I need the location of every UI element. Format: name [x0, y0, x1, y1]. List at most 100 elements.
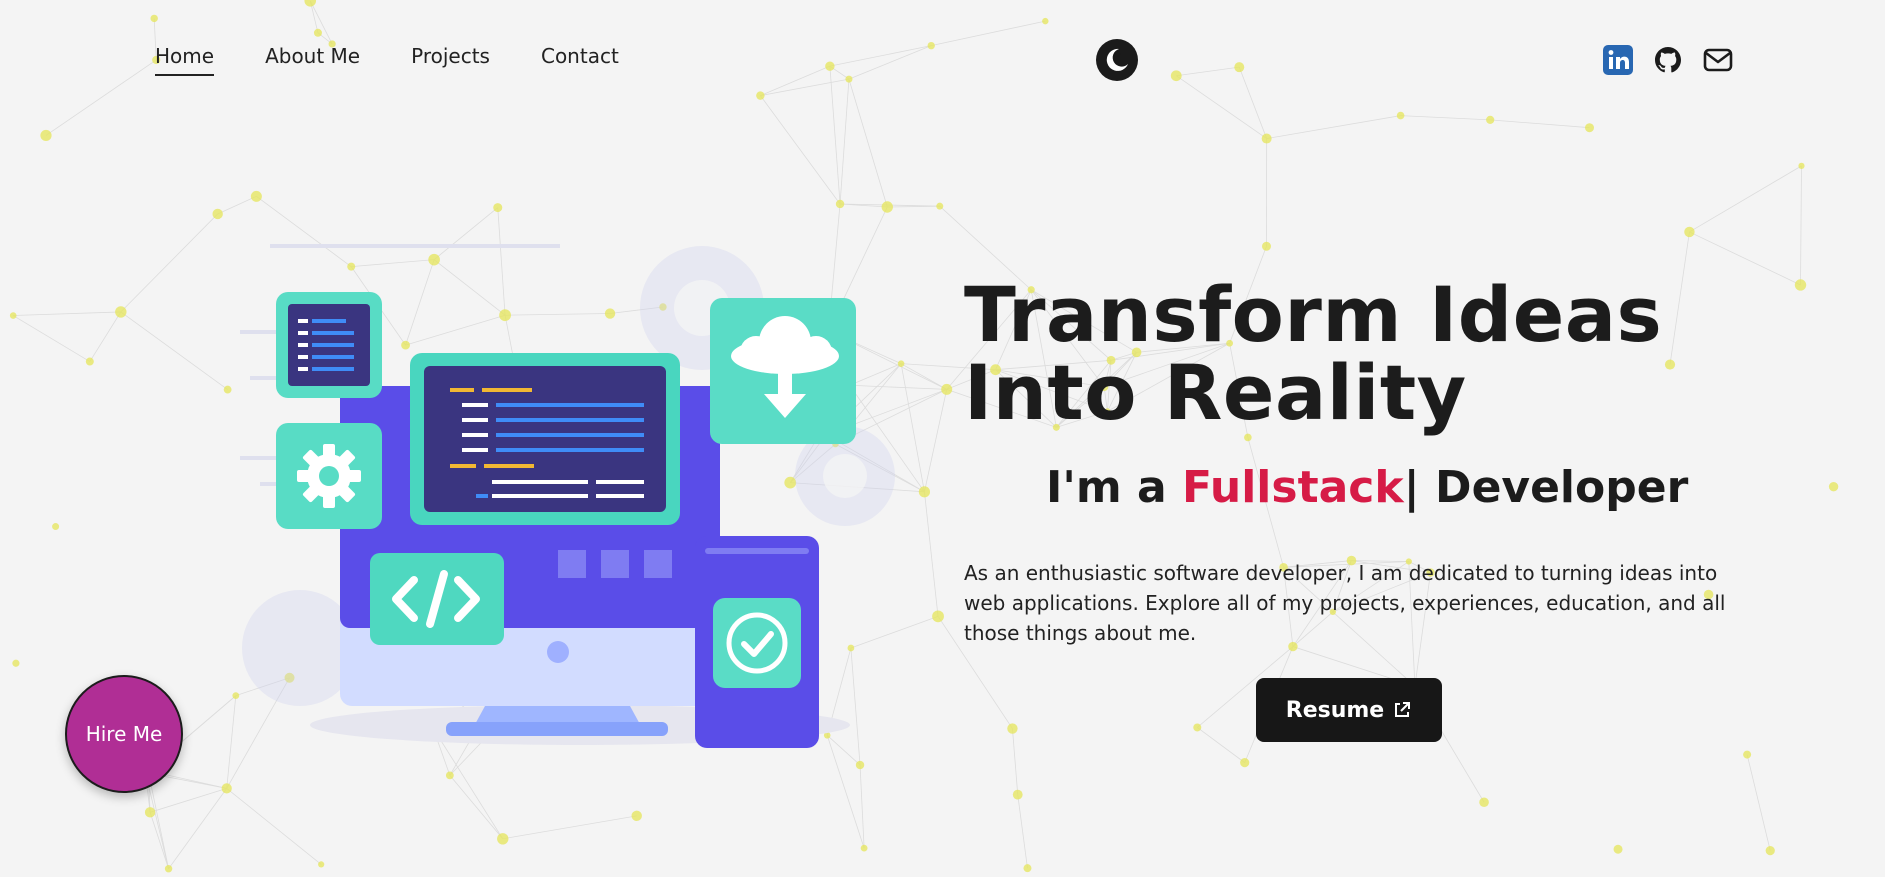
particle-dot: [941, 383, 953, 395]
particle-link: [502, 815, 637, 840]
particle-link: [829, 45, 932, 67]
particle-link: [829, 65, 850, 80]
particle-link: [848, 78, 888, 208]
particle-link: [1197, 727, 1245, 763]
subline-prefix: I'm a: [1046, 462, 1183, 513]
particle-link: [1176, 75, 1267, 139]
hero-subline: I'm a Fullstack| Developer: [1046, 462, 1688, 513]
particle-dot: [1261, 241, 1271, 251]
particle-link: [217, 195, 257, 215]
main-nav: Home About Me Projects Contact: [155, 44, 619, 76]
particle-dot: [1765, 845, 1775, 856]
particle-link: [149, 812, 169, 869]
particle-link: [309, 0, 319, 33]
particle-dot: [313, 28, 322, 37]
particle-link: [859, 764, 865, 849]
particle-dot: [150, 14, 158, 23]
particle-link: [226, 695, 237, 789]
particle-dot: [1042, 17, 1049, 25]
particle-dot: [250, 190, 262, 202]
particle-link: [120, 311, 228, 390]
particle-dot: [85, 357, 94, 366]
particle-link: [1490, 119, 1590, 129]
particle-dot: [144, 807, 156, 818]
particle-dot: [1684, 226, 1695, 238]
particle-link: [1400, 115, 1491, 121]
particle-dot: [493, 203, 503, 213]
particle-dot: [1007, 723, 1018, 734]
nav-link-about[interactable]: About Me: [265, 44, 360, 76]
nav-link-projects[interactable]: Projects: [411, 44, 490, 76]
particle-link: [848, 45, 932, 80]
particle-link: [829, 66, 841, 205]
developer-illustration: [240, 244, 895, 748]
particle-link: [45, 59, 157, 136]
particle-dot: [1486, 115, 1495, 124]
particle-dot: [221, 783, 232, 794]
resume-button[interactable]: Resume: [1256, 678, 1442, 742]
particle-link: [840, 203, 888, 208]
hero-intro-text: As an enthusiastic software developer, I…: [964, 561, 1726, 645]
mail-icon[interactable]: [1703, 45, 1733, 75]
particle-dot: [860, 844, 868, 852]
particle-link: [887, 205, 940, 208]
cloud-download-card-illustration: [710, 298, 856, 444]
particle-dot: [1170, 70, 1182, 82]
particle-dot: [318, 861, 325, 868]
typed-role: Fullstack: [1182, 462, 1404, 513]
particle-link: [931, 20, 1046, 47]
external-link-icon: [1395, 702, 1411, 717]
nav-link-contact[interactable]: Contact: [541, 44, 619, 76]
code-tag-card-illustration: [370, 553, 504, 645]
particle-link: [89, 311, 122, 362]
particle-link: [309, 0, 333, 45]
particle-link: [760, 78, 850, 97]
particle-dot: [835, 199, 845, 209]
particle-dot: [918, 486, 931, 498]
resume-button-label: Resume: [1285, 697, 1385, 723]
particle-link: [760, 95, 841, 205]
particle-link: [1266, 115, 1401, 139]
particle-dot: [232, 692, 240, 700]
particle-dot: [1240, 758, 1250, 768]
social-links: [1603, 45, 1733, 75]
moon-icon: [1106, 48, 1128, 71]
particle-link: [226, 788, 322, 865]
particle-link: [1800, 165, 1802, 285]
subline-suffix: | Developer: [1403, 462, 1689, 513]
particle-dot: [1479, 797, 1489, 808]
particle-dot: [223, 385, 232, 394]
linkedin-icon[interactable]: [1603, 45, 1633, 75]
particle-dot: [1794, 279, 1807, 291]
theme-toggle-button[interactable]: [1096, 39, 1138, 81]
particle-dot: [1664, 359, 1676, 370]
particle-link: [149, 788, 227, 813]
hero-headline-line1: Transform Ideas: [964, 270, 1663, 359]
particle-link: [1669, 231, 1690, 365]
particle-dot: [304, 0, 317, 7]
hire-me-button[interactable]: Hire Me: [65, 675, 183, 793]
hero-headline: Transform Ideas Into Reality: [964, 276, 1662, 432]
particle-dot: [212, 208, 223, 220]
particle-dot: [40, 129, 52, 142]
particle-link: [1746, 754, 1771, 851]
particle-dot: [1193, 723, 1202, 732]
particle-dot: [1012, 789, 1023, 800]
particle-dot: [445, 771, 454, 780]
nav-link-home[interactable]: Home: [155, 44, 215, 76]
github-icon[interactable]: [1653, 45, 1683, 75]
particle-dot: [825, 61, 835, 71]
particle-link: [168, 788, 228, 869]
particle-dot: [881, 201, 893, 213]
particle-link: [1689, 165, 1802, 233]
particle-dot: [115, 306, 127, 318]
particle-dot: [497, 833, 509, 845]
particle-link: [1689, 231, 1801, 286]
particle-dot: [1584, 123, 1594, 133]
particle-dot: [164, 865, 173, 873]
particle-dot: [1023, 864, 1032, 873]
particle-link: [760, 65, 831, 97]
particle-link: [13, 311, 121, 316]
particle-link: [840, 203, 940, 207]
particle-dot: [1743, 750, 1752, 759]
